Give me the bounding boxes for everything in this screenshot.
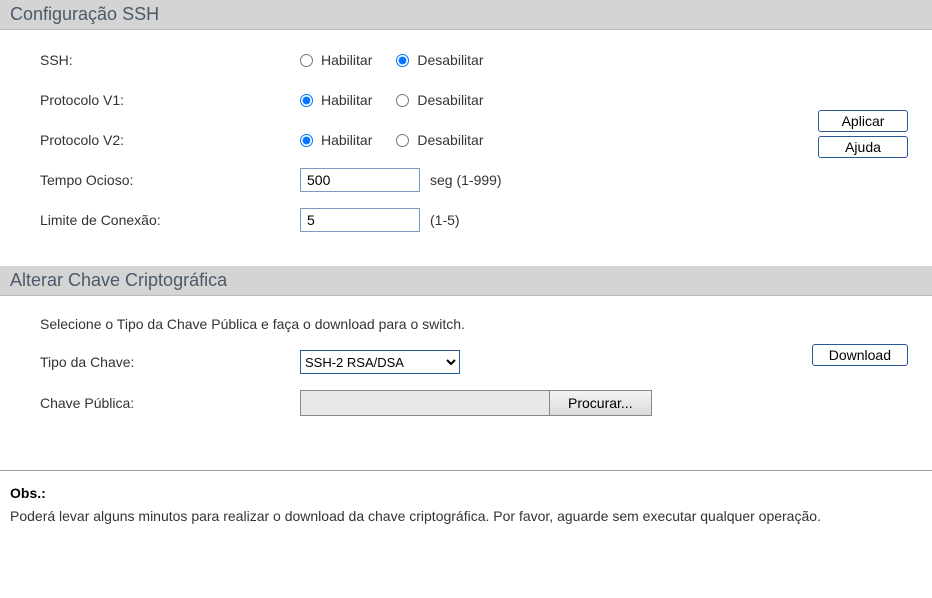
suffix-idle: seg (1-999) <box>430 172 502 188</box>
radio-v1-disable-wrap[interactable]: Desabilitar <box>396 92 483 108</box>
radio-v2-disable-label: Desabilitar <box>417 132 483 148</box>
radio-ssh-disable-label: Desabilitar <box>417 52 483 68</box>
radio-ssh-disable-wrap[interactable]: Desabilitar <box>396 52 483 68</box>
note-title: Obs.: <box>10 485 922 501</box>
radio-group-v2: Habilitar Desabilitar <box>300 132 502 148</box>
radio-v2-disable[interactable] <box>396 134 409 147</box>
label-v1: Protocolo V1: <box>40 92 300 108</box>
key-section-body: Selecione o Tipo da Chave Pública e faça… <box>0 296 932 462</box>
radio-ssh-disable[interactable] <box>396 54 409 67</box>
label-v2: Protocolo V2: <box>40 132 300 148</box>
apply-button[interactable]: Aplicar <box>818 110 908 132</box>
label-limit: Limite de Conexão: <box>40 212 300 228</box>
row-v1: Protocolo V1: Habilitar Desabilitar <box>40 88 922 112</box>
label-key-type: Tipo da Chave: <box>40 354 300 370</box>
input-conn-limit[interactable] <box>300 208 420 232</box>
browse-button[interactable]: Procurar... <box>549 390 652 416</box>
radio-v1-disable-label: Desabilitar <box>417 92 483 108</box>
radio-ssh-enable-label: Habilitar <box>321 52 372 68</box>
suffix-limit: (1-5) <box>430 212 460 228</box>
row-idle: Tempo Ocioso: seg (1-999) <box>40 168 922 192</box>
input-idle-time[interactable] <box>300 168 420 192</box>
radio-v1-disable[interactable] <box>396 94 409 107</box>
row-public-key: Chave Pública: Procurar... <box>40 390 922 416</box>
row-limit: Limite de Conexão: (1-5) <box>40 208 922 232</box>
radio-v2-enable-wrap[interactable]: Habilitar <box>300 132 372 148</box>
row-v2: Protocolo V2: Habilitar Desabilitar <box>40 128 922 152</box>
row-ssh: SSH: Habilitar Desabilitar <box>40 48 922 72</box>
file-path-display <box>300 390 550 416</box>
radio-v2-enable-label: Habilitar <box>321 132 372 148</box>
ssh-config-body: SSH: Habilitar Desabilitar Protocolo V1:… <box>0 30 932 266</box>
label-public-key: Chave Pública: <box>40 395 300 411</box>
radio-v2-enable[interactable] <box>300 134 313 147</box>
select-key-type[interactable]: SSH-2 RSA/DSA <box>300 350 460 374</box>
radio-group-ssh: Habilitar Desabilitar <box>300 52 502 68</box>
download-button[interactable]: Download <box>812 344 908 366</box>
radio-v1-enable-label: Habilitar <box>321 92 372 108</box>
key-instruction: Selecione o Tipo da Chave Pública e faça… <box>40 316 922 332</box>
radio-ssh-enable[interactable] <box>300 54 313 67</box>
download-wrap: Download <box>812 344 908 366</box>
ssh-right-buttons: Aplicar Ajuda <box>818 110 908 158</box>
ssh-config-header: Configuração SSH <box>0 0 932 30</box>
label-idle: Tempo Ocioso: <box>40 172 300 188</box>
row-key-type: Tipo da Chave: SSH-2 RSA/DSA <box>40 350 922 374</box>
radio-v1-enable[interactable] <box>300 94 313 107</box>
radio-ssh-enable-wrap[interactable]: Habilitar <box>300 52 372 68</box>
radio-v2-disable-wrap[interactable]: Desabilitar <box>396 132 483 148</box>
radio-group-v1: Habilitar Desabilitar <box>300 92 502 108</box>
note-section: Obs.: Poderá levar alguns minutos para r… <box>0 470 932 537</box>
help-button[interactable]: Ajuda <box>818 136 908 158</box>
radio-v1-enable-wrap[interactable]: Habilitar <box>300 92 372 108</box>
key-section-header: Alterar Chave Criptográfica <box>0 266 932 296</box>
note-text: Poderá levar alguns minutos para realiza… <box>10 507 922 527</box>
label-ssh: SSH: <box>40 52 300 68</box>
